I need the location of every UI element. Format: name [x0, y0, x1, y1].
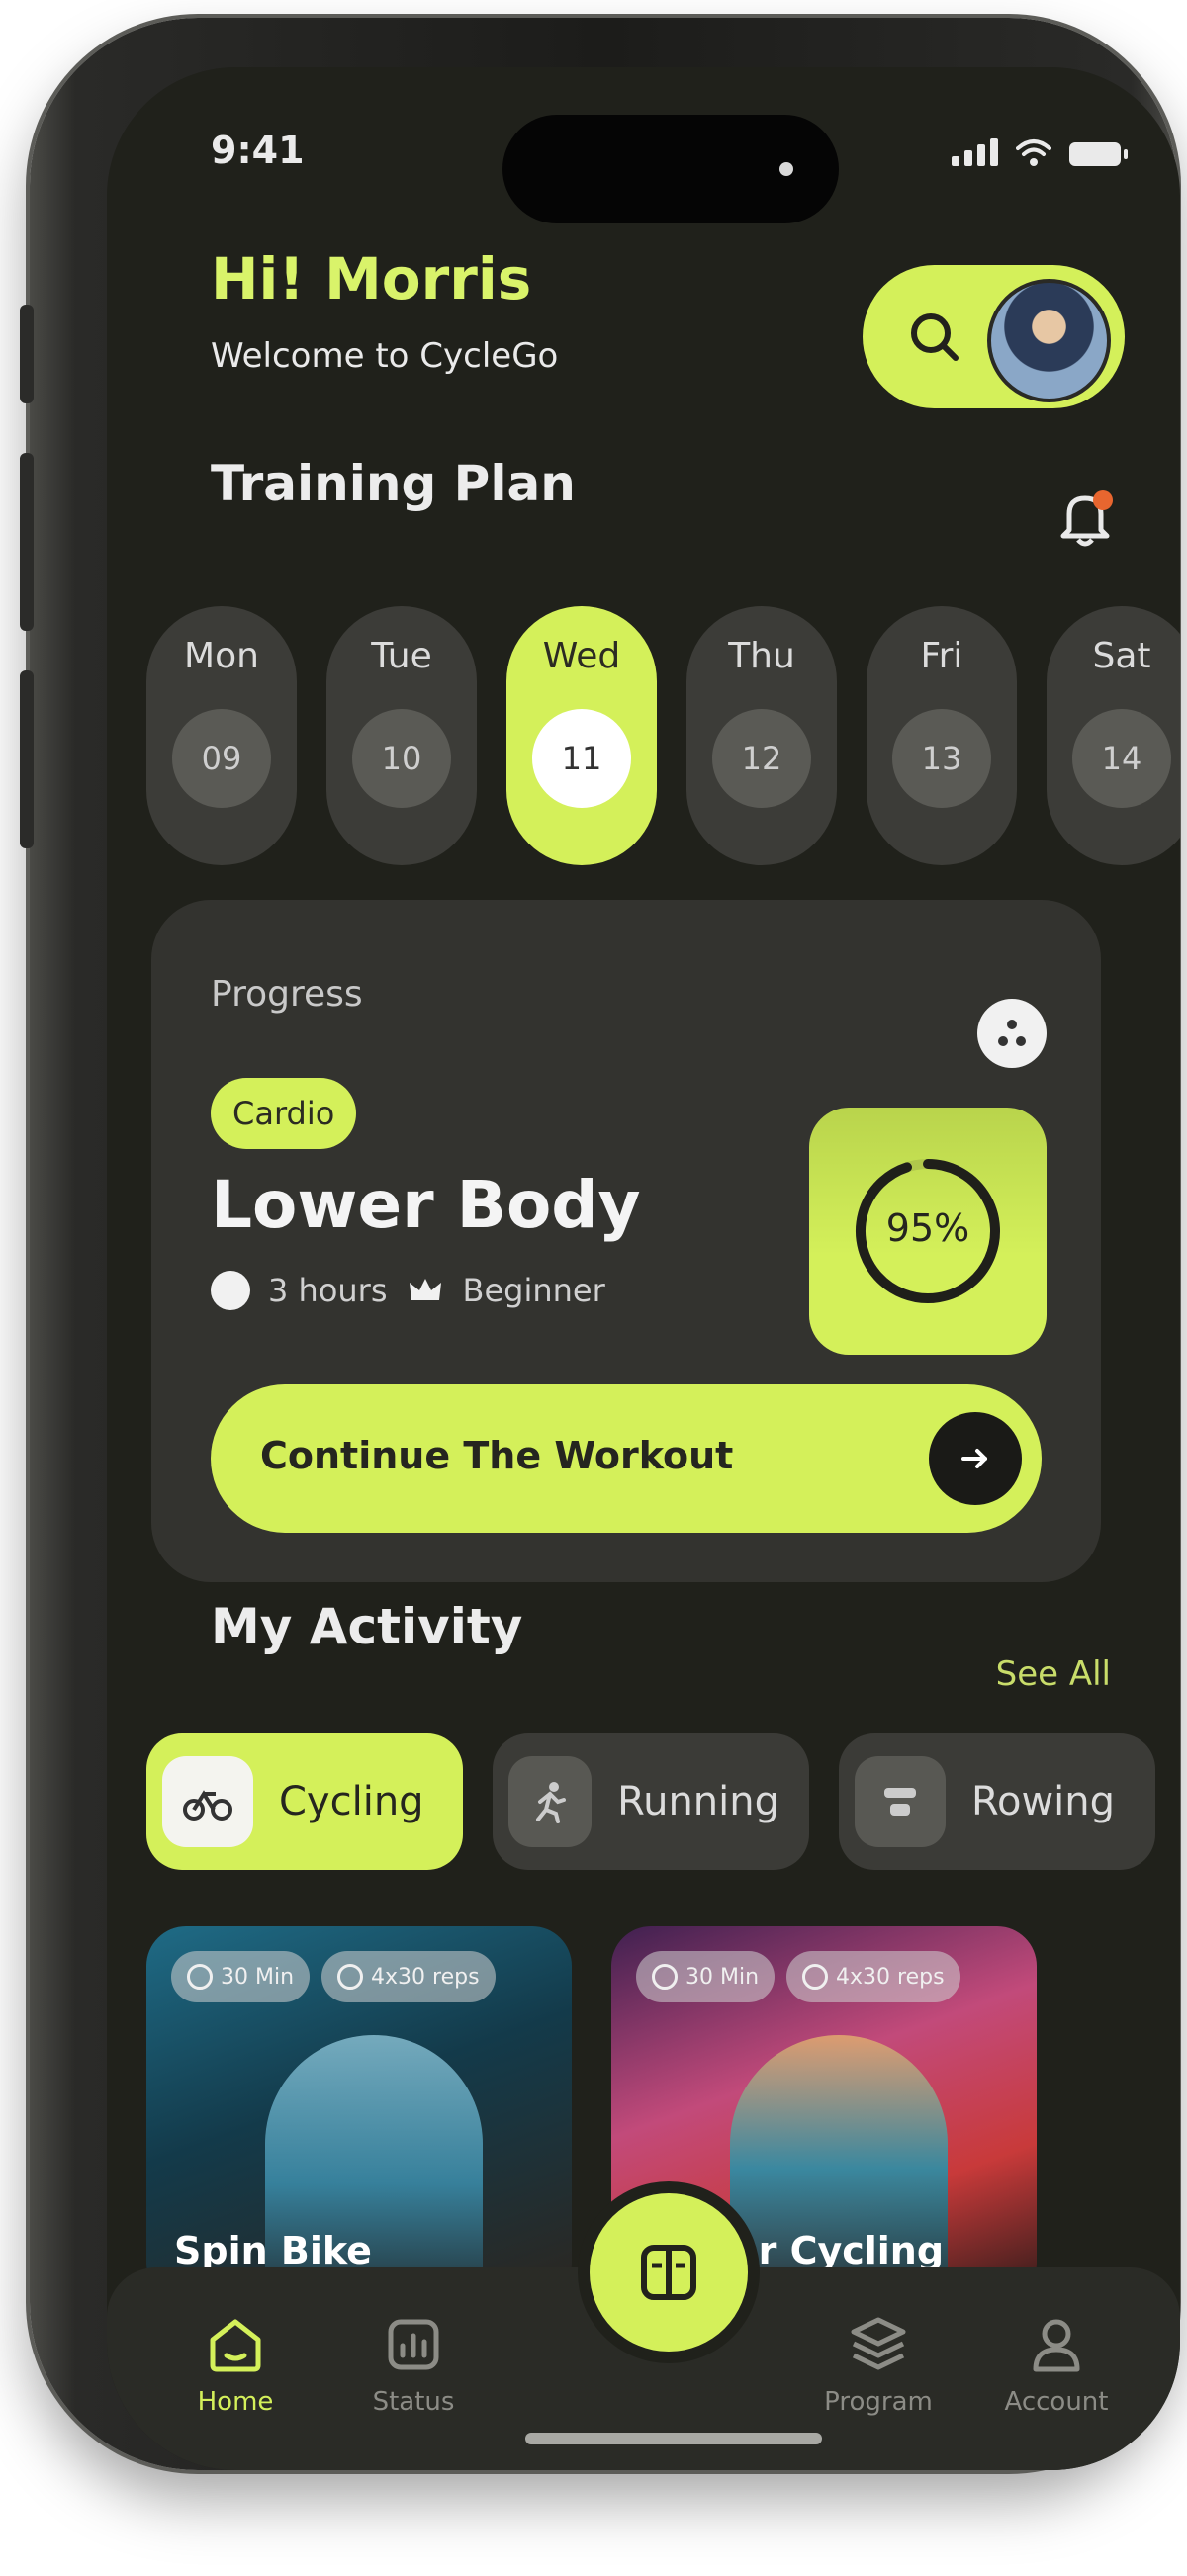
workout-meta: 3 hours Beginner — [211, 1271, 605, 1310]
workout-card[interactable]: 30 Min 4x30 reps Spin Bike — [146, 1926, 572, 2302]
workout-duration: 3 hours — [268, 1272, 388, 1309]
home-icon — [210, 2319, 261, 2372]
day-number: 09 — [172, 709, 271, 808]
share-icon — [998, 1020, 1026, 1046]
chip-label: Running — [617, 1779, 779, 1824]
reps-tag: 4x30 reps — [786, 1951, 960, 2002]
greeting: Hi! Morris — [211, 245, 532, 312]
dynamic-island — [502, 115, 839, 223]
battery-icon — [1069, 142, 1128, 166]
day-number: 13 — [892, 709, 991, 808]
reps-text: 4x30 reps — [836, 1964, 945, 1990]
progress-percent: 95% — [885, 1206, 970, 1250]
workout-card-title: Spin Bike — [174, 2229, 372, 2272]
crown-icon — [409, 1279, 441, 1300]
layers-icon — [851, 2317, 906, 2370]
status-time: 9:41 — [211, 129, 305, 172]
day-name: Thu — [728, 636, 795, 676]
wifi-icon — [1016, 139, 1051, 166]
reps-tag: 4x30 reps — [321, 1951, 496, 2002]
duration-text: 30 Min — [221, 1964, 295, 1990]
chip-running[interactable]: Running — [493, 1733, 809, 1870]
continue-workout-label: Continue The Workout — [260, 1434, 734, 1477]
category-tag: Cardio — [211, 1078, 357, 1149]
tab-label: Home — [197, 2387, 274, 2417]
day-name: Mon — [184, 636, 259, 676]
workout-title: Lower Body — [211, 1167, 641, 1243]
continue-workout-button[interactable]: Continue The Workout — [211, 1384, 1042, 1533]
see-all-link[interactable]: See All — [996, 1654, 1111, 1694]
day-number: 11 — [532, 709, 631, 808]
phone-side-button — [20, 305, 34, 403]
reps-text: 4x30 reps — [371, 1964, 480, 1990]
check-icon — [337, 1964, 364, 1990]
bike-machine-icon — [641, 2245, 696, 2300]
chip-label: Rowing — [971, 1779, 1116, 1824]
day-name: Wed — [542, 636, 621, 676]
day-number: 12 — [712, 709, 811, 808]
phone-side-button — [20, 453, 34, 631]
phone-frame: 9:41 Hi! Morris Welcome to CycleGo Train… — [20, 18, 1180, 2470]
home-indicator — [525, 2433, 822, 2444]
card-tags: 30 Min 4x30 reps — [636, 1951, 960, 2002]
day-number: 10 — [352, 709, 451, 808]
user-icon — [1033, 2319, 1080, 2372]
day-number: 14 — [1072, 709, 1171, 808]
tab-label: Status — [372, 2387, 455, 2417]
workout-cards: 30 Min 4x30 reps Spin Bike 30 Min 4x30 r… — [146, 1926, 1037, 2302]
day-wed[interactable]: Wed 11 — [506, 606, 657, 865]
day-name: Fri — [920, 636, 963, 676]
clock-icon — [211, 1271, 250, 1310]
my-activity-title: My Activity — [211, 1598, 523, 1655]
duration-tag: 30 Min — [636, 1951, 776, 2002]
start-workout-button[interactable] — [590, 2193, 748, 2352]
tab-label: Account — [1004, 2387, 1109, 2417]
tab-program[interactable]: Program — [809, 2312, 948, 2417]
tab-home[interactable]: Home — [166, 2312, 305, 2417]
tab-status[interactable]: Status — [344, 2312, 483, 2417]
phone-side-button — [20, 670, 34, 848]
day-tue[interactable]: Tue 10 — [326, 606, 477, 865]
app-screen: 9:41 Hi! Morris Welcome to CycleGo Train… — [107, 67, 1180, 2470]
avatar[interactable] — [987, 279, 1111, 402]
chip-rowing[interactable]: Rowing — [839, 1733, 1155, 1870]
day-mon[interactable]: Mon 09 — [146, 606, 297, 865]
progress-label: Progress — [211, 974, 363, 1015]
tab-account[interactable]: Account — [987, 2312, 1126, 2417]
day-thu[interactable]: Thu 12 — [686, 606, 837, 865]
training-plan-title: Training Plan — [211, 455, 576, 512]
chip-label: Cycling — [279, 1779, 424, 1824]
welcome-text: Welcome to CycleGo — [211, 336, 559, 376]
signal-icon — [952, 138, 998, 166]
clock-icon — [652, 1964, 678, 1990]
chart-icon — [388, 2319, 439, 2370]
bell-icon[interactable] — [1050, 483, 1121, 554]
header-actions — [863, 265, 1125, 408]
week-days: Mon 09 Tue 10 Wed 11 Thu 12 Fri 13 Sat 1… — [146, 606, 1180, 865]
day-fri[interactable]: Fri 13 — [867, 606, 1017, 865]
activity-chips: Cycling Running Rowing — [146, 1733, 1155, 1870]
run-icon — [508, 1756, 593, 1847]
day-name: Tue — [371, 636, 432, 676]
clock-icon — [187, 1964, 213, 1990]
search-icon[interactable] — [902, 305, 967, 370]
share-button[interactable] — [977, 999, 1047, 1068]
arrow-right-icon — [929, 1412, 1022, 1505]
tab-label: Program — [824, 2387, 933, 2417]
workout-level: Beginner — [462, 1272, 605, 1309]
day-sat[interactable]: Sat 14 — [1047, 606, 1180, 865]
status-icons — [952, 138, 1128, 166]
duration-text: 30 Min — [685, 1964, 760, 1990]
progress-ring: 95% — [809, 1108, 1047, 1355]
progress-card: Progress Cardio Lower Body 3 hours Begin… — [151, 900, 1101, 1582]
rowing-icon — [855, 1756, 946, 1847]
duration-tag: 30 Min — [171, 1951, 311, 2002]
card-tags: 30 Min 4x30 reps — [171, 1951, 496, 2002]
bike-icon — [162, 1756, 253, 1847]
check-icon — [802, 1964, 829, 1990]
chip-cycling[interactable]: Cycling — [146, 1733, 463, 1870]
day-name: Sat — [1092, 636, 1151, 676]
